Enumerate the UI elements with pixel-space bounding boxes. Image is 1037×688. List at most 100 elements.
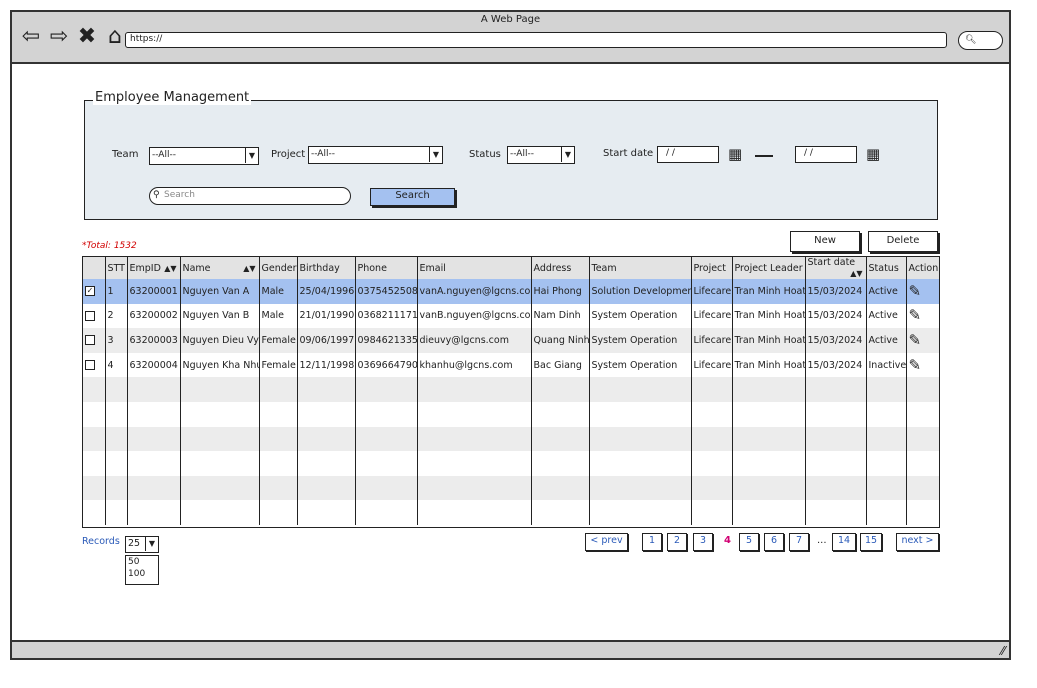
- cell-phone: 0984621335: [355, 328, 418, 353]
- page-button[interactable]: 7: [789, 533, 809, 551]
- action-cell: ✎: [906, 303, 939, 329]
- new-button[interactable]: New: [790, 231, 860, 252]
- row-select-cell: [83, 352, 106, 378]
- empty-cell: [297, 500, 356, 525]
- page-button[interactable]: 15: [860, 533, 882, 551]
- col-empid[interactable]: EmpID ▲▼: [127, 257, 181, 279]
- cell-stt: 4: [105, 352, 128, 378]
- empty-cell: [866, 401, 907, 427]
- home-icon[interactable]: ⌂: [104, 26, 126, 48]
- page-button[interactable]: 1: [642, 533, 662, 551]
- page-button[interactable]: 14: [832, 533, 856, 551]
- prev-page-button[interactable]: < prev: [585, 533, 628, 551]
- cell-address: Nam Dinh: [531, 303, 590, 329]
- col-select: [83, 257, 106, 279]
- empty-cell: [259, 500, 298, 525]
- calendar-icon[interactable]: ▦: [728, 147, 742, 162]
- empty-cell: [691, 377, 733, 402]
- page-button[interactable]: 6: [764, 533, 784, 551]
- cell-gender: Male: [259, 279, 298, 304]
- empty-cell: [805, 500, 867, 525]
- cell-empid: 63200003: [127, 328, 181, 353]
- edit-icon[interactable]: ✎: [909, 331, 922, 349]
- start-date-to-input[interactable]: / /: [795, 146, 857, 163]
- action-cell: ✎: [906, 352, 939, 378]
- row-checkbox[interactable]: [85, 310, 95, 321]
- forward-icon[interactable]: ⇨: [48, 26, 70, 48]
- empty-cell: [906, 426, 939, 452]
- page-button[interactable]: 2: [667, 533, 687, 551]
- search-button[interactable]: Search: [370, 188, 455, 206]
- cell-empid: 63200002: [127, 303, 181, 329]
- url-bar[interactable]: https://: [125, 32, 947, 48]
- close-icon[interactable]: ✖: [76, 26, 98, 48]
- project-select[interactable]: --All-- ▼: [308, 146, 443, 164]
- search-input[interactable]: ⚲ Search: [149, 187, 351, 205]
- col-start-date[interactable]: Start date ▲▼: [805, 257, 867, 279]
- col-name[interactable]: Name ▲▼: [180, 257, 260, 279]
- edit-icon[interactable]: ✎: [909, 356, 922, 374]
- cell-stt: 3: [105, 328, 128, 353]
- back-icon[interactable]: ⇦: [20, 26, 42, 48]
- empty-cell: [732, 401, 806, 427]
- start-date-from-input[interactable]: / /: [657, 146, 719, 163]
- empty-cell: [127, 451, 181, 476]
- empty-cell: [355, 475, 418, 501]
- empty-cell: [732, 377, 806, 402]
- empty-cell: [691, 426, 733, 452]
- edit-icon[interactable]: ✎: [909, 282, 922, 300]
- empty-cell: [732, 475, 806, 501]
- table-row[interactable]: 2 63200002 Nguyen Van B Male 21/01/1990 03682…: [83, 303, 939, 329]
- team-select[interactable]: --All-- ▼: [149, 147, 259, 165]
- col-project-leader: Project Leader: [732, 257, 806, 279]
- empty-cell: [83, 426, 106, 452]
- cell-gender: Male: [259, 303, 298, 329]
- team-select-value: --All--: [152, 150, 176, 160]
- team-label: Team: [112, 149, 139, 160]
- empty-cell: [531, 451, 590, 476]
- empty-cell: [259, 475, 298, 501]
- sort-icon[interactable]: ▲▼: [850, 268, 862, 279]
- page-ellipsis: ...: [817, 535, 827, 546]
- row-checkbox[interactable]: [85, 360, 95, 371]
- sort-icon[interactable]: ▲▼: [243, 263, 255, 274]
- cell-name: Nguyen Dieu Vy: [180, 328, 260, 353]
- cell-status: Inactive: [866, 352, 907, 378]
- row-checkbox[interactable]: ✓: [85, 286, 95, 297]
- table-row[interactable]: 4 63200004 Nguyen Kha Nhu Female 12/11/1998 0…: [83, 352, 939, 378]
- records-per-page-select[interactable]: 25 ▼: [125, 536, 159, 553]
- resize-grip-icon[interactable]: ⁄⁄: [1001, 644, 1005, 658]
- empty-cell: [297, 475, 356, 501]
- cell-team: System Operation: [589, 328, 692, 353]
- records-option[interactable]: 50: [128, 556, 158, 568]
- empty-cell: [805, 451, 867, 476]
- calendar-icon[interactable]: ▦: [866, 147, 880, 162]
- row-checkbox[interactable]: [85, 335, 95, 346]
- col-project: Project: [691, 257, 733, 279]
- col-action: Action: [906, 257, 939, 279]
- delete-button[interactable]: Delete: [868, 231, 938, 252]
- cell-status: Active: [866, 303, 907, 329]
- empty-cell: [297, 451, 356, 476]
- next-page-button[interactable]: next >: [896, 533, 939, 551]
- cell-phone: 0369664790: [355, 352, 418, 378]
- col-start-date-label: Start date: [807, 257, 856, 268]
- nav-controls: ⇦ ⇨ ✖ ⌂: [20, 26, 126, 48]
- edit-icon[interactable]: ✎: [909, 306, 922, 324]
- empty-cell: [355, 500, 418, 525]
- records-selected-value: 25: [128, 538, 141, 549]
- empty-cell: [297, 401, 356, 427]
- records-option[interactable]: 100: [128, 568, 158, 580]
- empty-cell: [180, 377, 260, 402]
- sort-icon[interactable]: ▲▼: [164, 263, 176, 274]
- chevron-down-icon: ▼: [145, 537, 158, 551]
- browser-search-icon[interactable]: 🔍︎: [958, 31, 1003, 50]
- table-row[interactable]: 3 63200003 Nguyen Dieu Vy Female 09/06/1997 0…: [83, 328, 939, 353]
- table-row[interactable]: ✓ 1 63200001 Nguyen Van A Male 25/04/1996 0375…: [83, 279, 939, 304]
- status-select[interactable]: --All-- ▼: [507, 146, 575, 164]
- page-button[interactable]: 5: [739, 533, 759, 551]
- empty-cell: [259, 451, 298, 476]
- cell-email: vanA.nguyen@lgcns.com: [417, 279, 532, 304]
- page-button[interactable]: 3: [693, 533, 713, 551]
- empty-cell: [127, 377, 181, 402]
